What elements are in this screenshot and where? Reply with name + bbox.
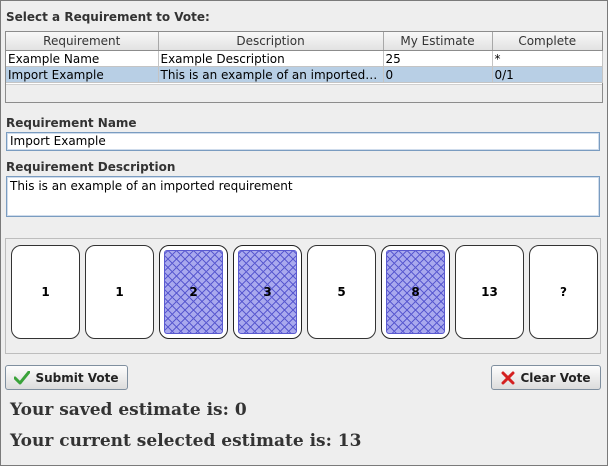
submit-vote-button[interactable]: Submit Vote [5,365,128,390]
requirement-name-label: Requirement Name [6,116,137,130]
header-complete[interactable]: Complete [492,32,602,51]
card-label: 13 [481,285,498,299]
clear-vote-label: Clear Vote [520,370,591,385]
current-estimate-text: Your current selected estimate is: 13 [10,431,362,451]
cell-complete: * [492,50,603,67]
card-label: 1 [115,285,124,299]
card-1[interactable]: 1 [85,245,154,339]
header-my-estimate[interactable]: My Estimate [383,32,493,51]
card-label: 2 [189,285,198,299]
cell-estimate: 25 [383,50,493,67]
card-question[interactable]: ? [529,245,598,339]
header-description[interactable]: Description [158,32,384,51]
x-icon [501,371,515,384]
select-requirement-label: Select a Requirement to Vote: [6,10,210,24]
cell-requirement: Import Example [6,66,159,83]
card-label: 8 [411,285,420,299]
card-label: 5 [337,285,346,299]
card-8[interactable]: 8 [381,245,450,339]
requirement-description-label: Requirement Description [6,160,176,174]
cell-complete: 0/1 [492,66,603,83]
requirement-name-field[interactable]: Import Example [6,132,600,151]
check-icon [14,370,31,384]
cell-estimate: 0 [383,66,493,83]
card-5[interactable]: 5 [307,245,376,339]
header-requirement[interactable]: Requirement [6,32,159,51]
card-label: ? [560,285,567,299]
clear-vote-button[interactable]: Clear Vote [491,365,601,390]
submit-vote-label: Submit Vote [35,370,119,385]
card-13[interactable]: 13 [455,245,524,339]
table-row[interactable]: Example Name Example Description 25 * [6,50,603,67]
card-3[interactable]: 3 [233,245,302,339]
table-empty-area [6,84,602,102]
saved-estimate-text: Your saved estimate is: 0 [10,400,247,420]
card-label: 1 [41,285,50,299]
card-label: 3 [263,285,272,299]
card-2[interactable]: 2 [159,245,228,339]
requirements-table: Requirement Description My Estimate Comp… [5,31,603,103]
cell-description: This is an example of an imported req... [158,66,384,83]
table-row-selected[interactable]: Import Example This is an example of an … [6,66,603,83]
requirement-description-field[interactable]: This is an example of an imported requir… [6,176,600,217]
card-1[interactable]: 1 [11,245,80,339]
cell-requirement: Example Name [6,50,159,67]
cell-description: Example Description [158,50,384,67]
